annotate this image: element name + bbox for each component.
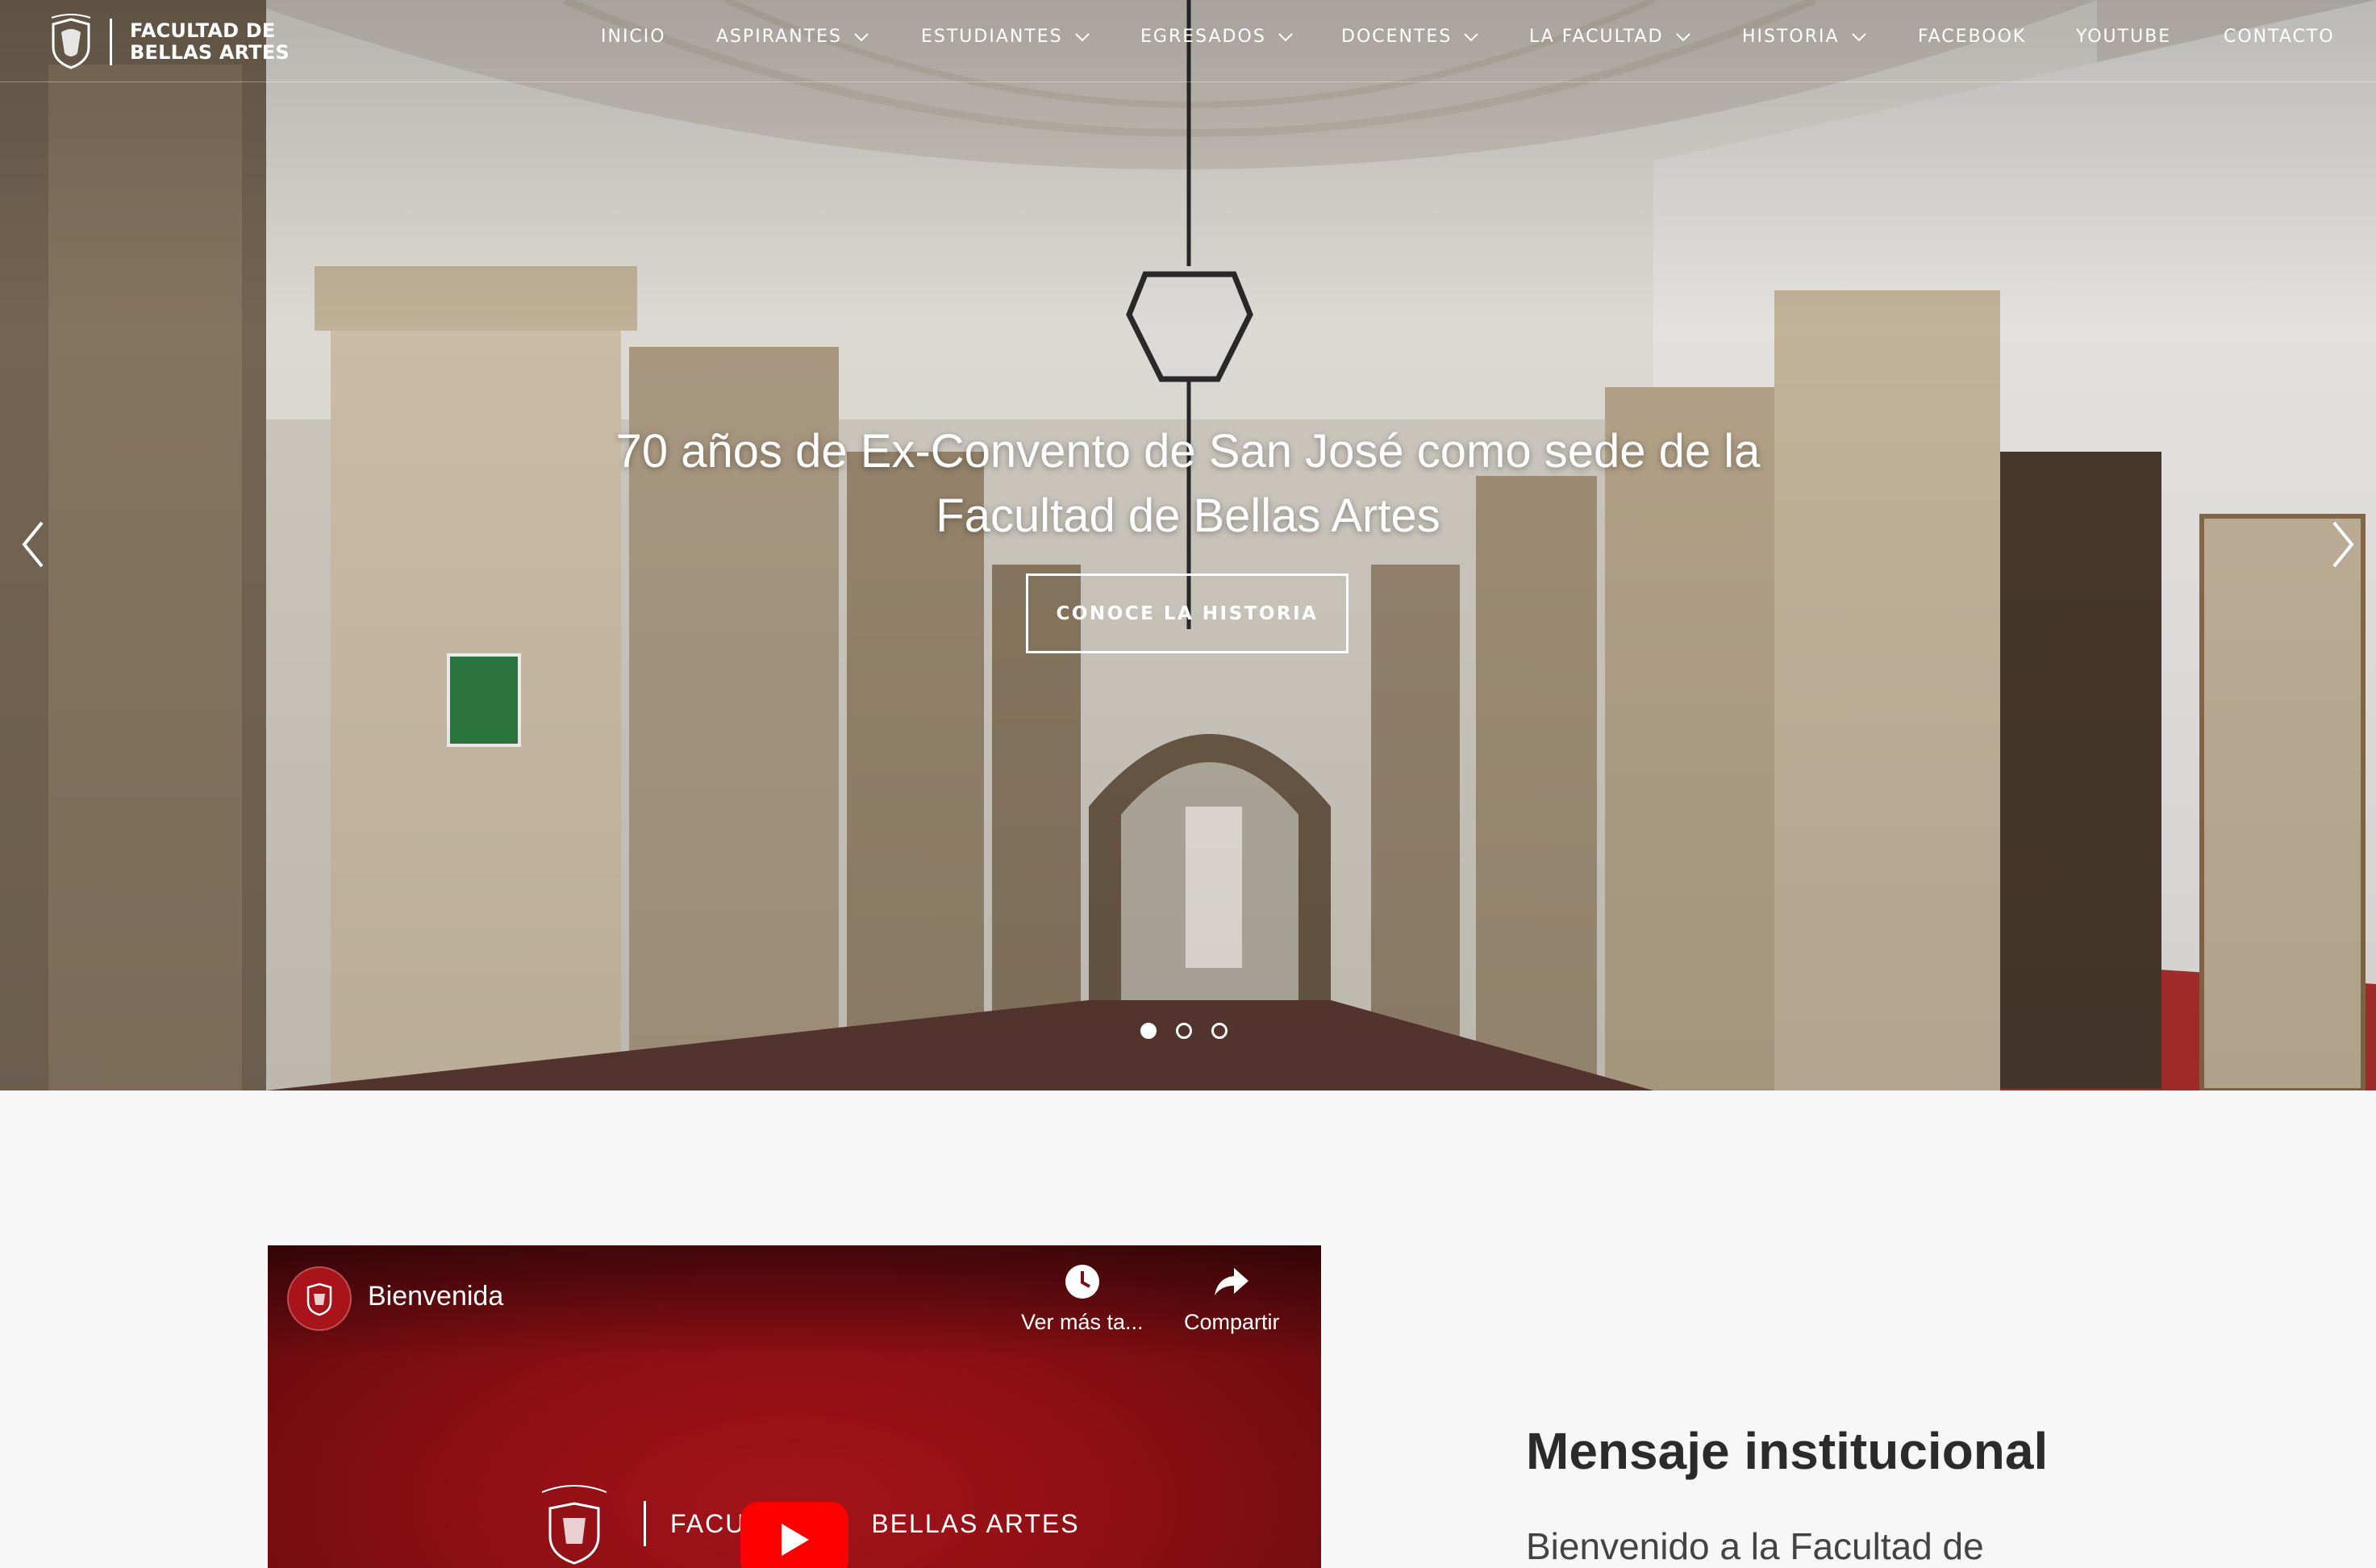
video-brand-left: FACU [670, 1508, 746, 1538]
chevron-down-icon [854, 32, 869, 41]
chevron-down-icon [1675, 32, 1690, 41]
mensaje-institucional-text: Bienvenido a la Facultad de [1526, 1525, 1984, 1567]
nav-historia[interactable]: HISTORIA [1742, 27, 1867, 47]
chevron-down-icon [1074, 32, 1090, 41]
chevron-right-icon[interactable] [2326, 516, 2358, 573]
nav-contacto[interactable]: CONTACTO [2224, 27, 2335, 47]
nav-egresados[interactable]: EGRESADOS [1140, 27, 1294, 47]
main-menu: INICIO ASPIRANTES ESTUDIANTES EGRESADOS … [0, 0, 2376, 82]
youtube-play-button[interactable] [740, 1502, 848, 1568]
video-logo-separator [644, 1501, 646, 1546]
chevron-down-icon [1464, 32, 1478, 41]
nav-youtube[interactable]: YOUTUBE [2076, 27, 2171, 47]
conoce-la-historia-button[interactable]: CONOCE LA HISTORIA [1026, 573, 1348, 653]
video-brand-right: BELLAS ARTES [871, 1508, 1080, 1538]
hero-slider: 70 años de Ex-Convento de San José como … [0, 0, 2376, 1091]
nav-aspirantes[interactable]: ASPIRANTES [716, 27, 869, 47]
nav-estudiantes[interactable]: ESTUDIANTES [921, 27, 1090, 47]
hero-title: 70 años de Ex-Convento de San José como … [615, 425, 1761, 542]
watch-later-label: Ver más ta... [1021, 1310, 1144, 1334]
youtube-video-embed[interactable]: Bienvenida Ver más ta... Compartir FACU … [268, 1245, 1321, 1568]
slider-dots [1140, 1023, 1228, 1039]
slide-dot-1[interactable] [1140, 1023, 1157, 1039]
slide-dot-2[interactable] [1176, 1023, 1192, 1039]
nav-inicio[interactable]: INICIO [601, 27, 666, 47]
nav-docentes[interactable]: DOCENTES [1341, 27, 1479, 47]
nav-facebook[interactable]: FACEBOOK [1918, 27, 2026, 47]
chevron-down-icon [1278, 32, 1293, 41]
channel-avatar[interactable] [287, 1266, 352, 1331]
share-label: Compartir [1184, 1310, 1280, 1334]
university-crest-icon [541, 1485, 607, 1565]
watch-later-button[interactable]: Ver más ta... [1021, 1263, 1144, 1335]
video-title[interactable]: Bienvenida [368, 1281, 503, 1312]
nav-la-facultad[interactable]: LA FACULTAD [1529, 27, 1691, 47]
chevron-down-icon [1851, 32, 1866, 41]
top-navbar: FACULTAD DE BELLAS ARTES INICIO ASPIRANT… [0, 0, 2376, 82]
clock-icon [1065, 1265, 1099, 1299]
slide-dot-3[interactable] [1211, 1023, 1228, 1039]
crest-icon [306, 1282, 332, 1316]
share-button[interactable]: Compartir [1184, 1263, 1280, 1335]
chevron-left-icon[interactable] [18, 516, 50, 573]
share-icon [1215, 1268, 1249, 1295]
mensaje-institucional-heading: Mensaje institucional [1526, 1422, 2049, 1480]
play-icon [782, 1524, 809, 1556]
